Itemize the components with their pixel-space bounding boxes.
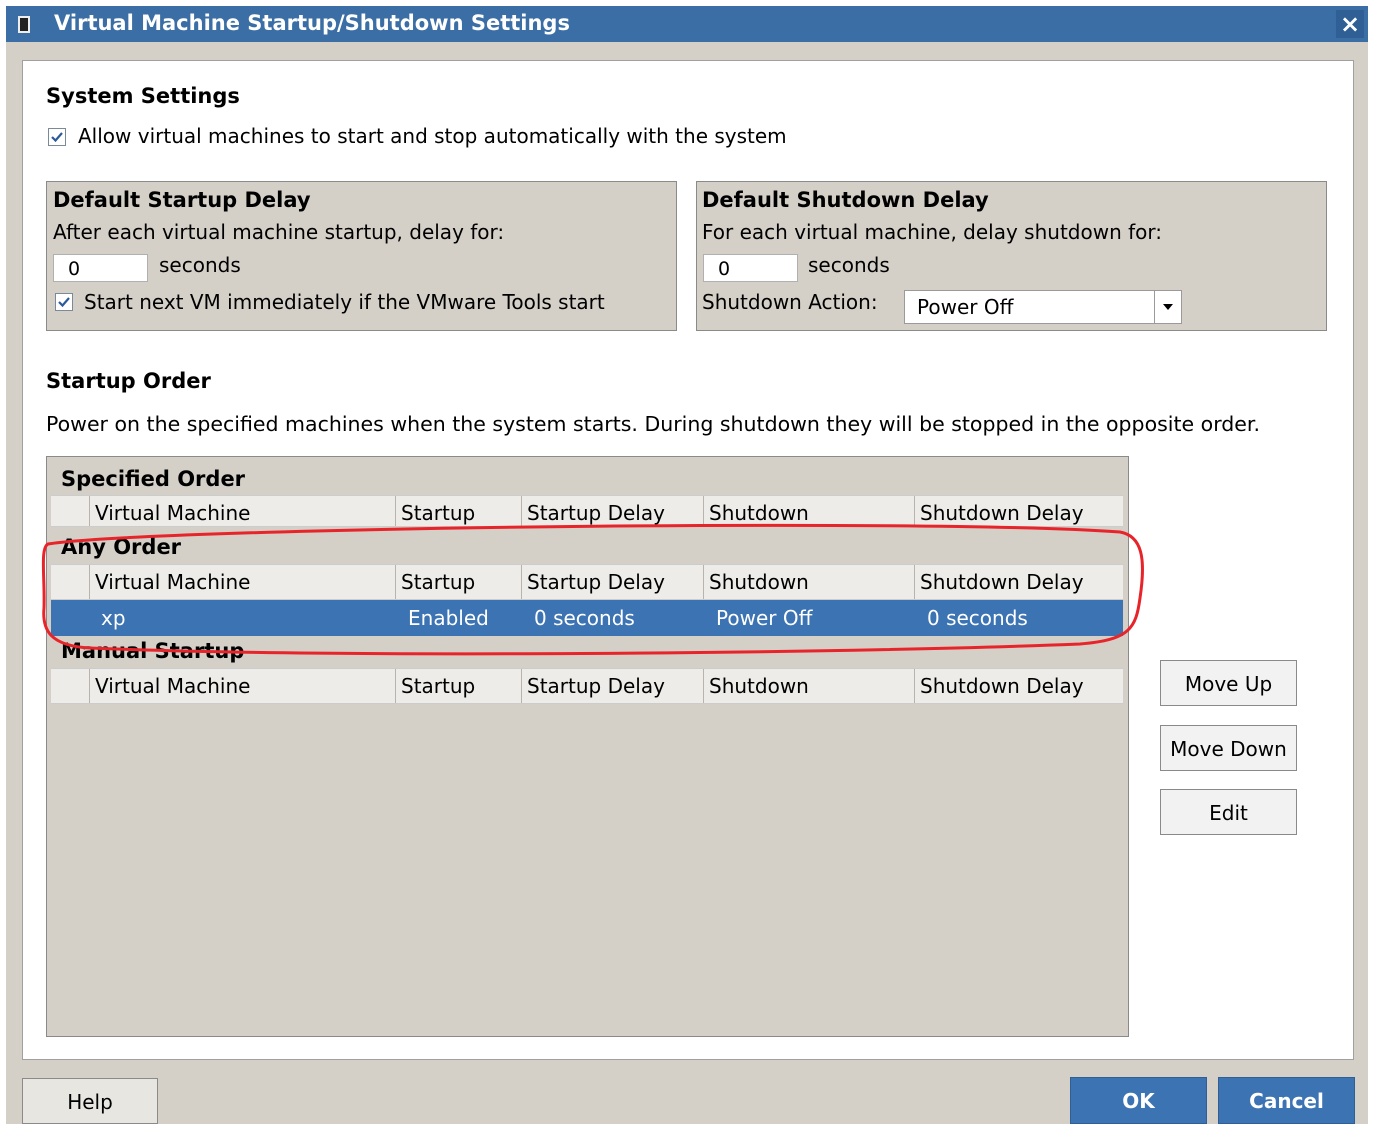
column-header-shutdown[interactable]: Shutdown [703,496,914,526]
column-header-shutdown[interactable]: Shutdown [703,565,914,599]
row-selector-header [51,496,89,526]
column-header-shutdown-delay[interactable]: Shutdown Delay [914,496,1123,526]
column-header-shutdown-delay[interactable]: Shutdown Delay [914,565,1123,599]
startup-delay-group: Default Startup Delay After each virtual… [46,181,677,331]
shutdown-delay-group: Default Shutdown Delay For each virtual … [696,181,1327,331]
cell-startup-delay: 0 seconds [534,606,635,630]
allow-auto-label: Allow virtual machines to start and stop… [78,124,787,148]
column-header-startup[interactable]: Startup [395,565,521,599]
checkmark-icon [58,297,70,308]
edit-button[interactable]: Edit [1160,789,1297,835]
window-title: Virtual Machine Startup/Shutdown Setting… [54,11,570,35]
any-order-header: Virtual Machine Startup Startup Delay Sh… [51,564,1123,600]
column-header-vm[interactable]: Virtual Machine [89,565,395,599]
manual-startup-label: Manual Startup [61,639,245,663]
specified-order-label: Specified Order [61,467,246,491]
window-icon [18,16,30,33]
column-header-shutdown-delay[interactable]: Shutdown Delay [914,669,1123,703]
cell-startup: Enabled [408,606,489,630]
chevron-down-icon[interactable] [1154,291,1181,323]
shutdown-action-select[interactable]: Power Off [904,290,1182,324]
column-header-startup-delay[interactable]: Startup Delay [521,669,703,703]
system-settings-heading: System Settings [46,84,240,108]
column-header-startup[interactable]: Startup [395,496,521,526]
checkmark-icon [51,132,63,143]
table-row[interactable]: xp Enabled 0 seconds Power Off 0 seconds [51,600,1123,636]
manual-startup-header: Virtual Machine Startup Startup Delay Sh… [51,668,1123,704]
row-selector-header [51,565,89,599]
shutdown-action-label: Shutdown Action: [702,290,878,314]
shutdown-delay-heading: Default Shutdown Delay [702,188,989,212]
column-header-startup-delay[interactable]: Startup Delay [521,496,703,526]
move-down-button[interactable]: Move Down [1160,725,1297,771]
move-up-button[interactable]: Move Up [1160,660,1297,706]
column-header-startup-delay[interactable]: Startup Delay [521,565,703,599]
column-header-vm[interactable]: Virtual Machine [89,496,395,526]
shutdown-delay-input[interactable]: 0 [703,254,798,282]
start-next-checkbox[interactable] [55,293,73,311]
startup-delay-heading: Default Startup Delay [53,188,311,212]
help-button[interactable]: Help [22,1078,158,1124]
cell-shutdown-delay: 0 seconds [927,606,1028,630]
cancel-button[interactable]: Cancel [1218,1077,1355,1124]
shutdown-action-value: Power Off [917,295,1014,319]
row-selector-header [51,669,89,703]
startup-order-table: Specified Order Virtual Machine Startup … [46,456,1129,1037]
shutdown-delay-description: For each virtual machine, delay shutdown… [702,220,1162,244]
startup-order-description: Power on the specified machines when the… [46,412,1260,436]
allow-auto-checkbox[interactable] [48,128,66,146]
cell-shutdown: Power Off [716,606,813,630]
close-button[interactable]: × [1336,10,1364,38]
startup-delay-description: After each virtual machine startup, dela… [53,220,505,244]
column-header-shutdown[interactable]: Shutdown [703,669,914,703]
startup-order-heading: Startup Order [46,369,211,393]
start-next-label: Start next VM immediately if the VMware … [84,290,605,314]
any-order-label: Any Order [61,535,182,559]
startup-delay-unit: seconds [159,253,241,277]
cell-vm-name: xp [101,606,126,630]
column-header-vm[interactable]: Virtual Machine [89,669,395,703]
ok-button[interactable]: OK [1070,1077,1207,1124]
specified-order-header: Virtual Machine Startup Startup Delay Sh… [51,495,1123,527]
column-header-startup[interactable]: Startup [395,669,521,703]
startup-delay-input[interactable]: 0 [53,254,148,282]
title-bar: Virtual Machine Startup/Shutdown Setting… [6,6,1368,42]
shutdown-delay-unit: seconds [808,253,890,277]
